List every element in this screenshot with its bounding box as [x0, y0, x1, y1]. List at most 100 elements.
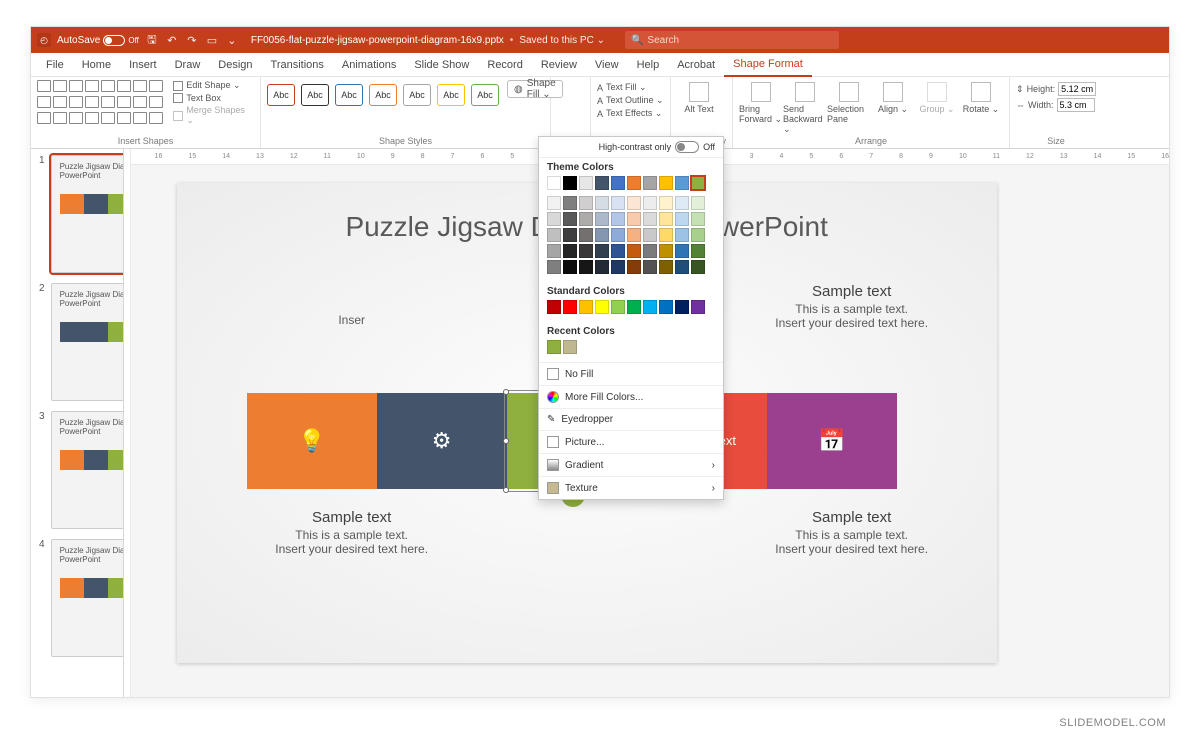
color-swatch[interactable] [579, 244, 593, 258]
color-swatch[interactable] [675, 244, 689, 258]
color-swatch[interactable] [547, 260, 561, 274]
picture-fill-item[interactable]: Picture... [539, 430, 723, 453]
slide-thumbnail[interactable]: Puzzle Jigsaw Diagram for PowerPoint [51, 539, 124, 657]
redo-icon[interactable]: ↷ [185, 33, 199, 47]
text-fill-button[interactable]: AText Fill ⌄ [597, 82, 664, 93]
tab-help[interactable]: Help [628, 53, 669, 77]
color-swatch[interactable] [579, 212, 593, 226]
tab-slideshow[interactable]: Slide Show [405, 53, 478, 77]
color-swatch[interactable] [659, 196, 673, 210]
no-fill-item[interactable]: No Fill [539, 362, 723, 385]
slide-thumbnail[interactable]: Puzzle Jigsaw Diagram for PowerPoint [51, 411, 124, 529]
color-swatch[interactable] [691, 176, 705, 190]
color-swatch[interactable] [547, 228, 561, 242]
color-swatch[interactable] [563, 340, 577, 354]
color-swatch[interactable] [675, 260, 689, 274]
color-swatch[interactable] [547, 340, 561, 354]
save-icon[interactable]: 🖫 [145, 33, 159, 47]
tab-acrobat[interactable]: Acrobat [668, 53, 724, 77]
color-swatch[interactable] [675, 212, 689, 226]
puzzle-piece-5[interactable]: 📅 [767, 393, 897, 489]
color-swatch[interactable] [675, 176, 689, 190]
color-swatch[interactable] [627, 228, 641, 242]
width-field[interactable]: ⇔Width: [1016, 98, 1096, 112]
tab-design[interactable]: Design [209, 53, 261, 77]
color-swatch[interactable] [579, 300, 593, 314]
color-swatch[interactable] [659, 176, 673, 190]
resize-handle[interactable] [503, 389, 509, 395]
tab-file[interactable]: File [37, 53, 73, 77]
color-swatch[interactable] [675, 228, 689, 242]
color-swatch[interactable] [627, 196, 641, 210]
tab-record[interactable]: Record [478, 53, 531, 77]
color-swatch[interactable] [659, 212, 673, 226]
color-swatch[interactable] [547, 300, 561, 314]
puzzle-piece-2[interactable]: ⚙ [377, 393, 507, 489]
color-swatch[interactable] [595, 228, 609, 242]
color-swatch[interactable] [659, 300, 673, 314]
high-contrast-toggle[interactable] [675, 141, 699, 153]
qat-dropdown-icon[interactable]: ⌄ [225, 33, 239, 47]
color-swatch[interactable] [659, 260, 673, 274]
undo-icon[interactable]: ↶ [165, 33, 179, 47]
color-swatch[interactable] [595, 300, 609, 314]
callout-top-right[interactable]: Sample text This is a sample text. Inser… [737, 283, 967, 330]
color-swatch[interactable] [595, 176, 609, 190]
eyedropper-item[interactable]: ✎Eyedropper [539, 408, 723, 430]
tab-animations[interactable]: Animations [333, 53, 405, 77]
puzzle-piece-1[interactable]: 💡 [247, 393, 377, 489]
color-swatch[interactable] [563, 244, 577, 258]
document-filename[interactable]: FF0056-flat-puzzle-jigsaw-powerpoint-dia… [251, 35, 504, 46]
callout-bottom-right[interactable]: Sample text This is a sample text. Inser… [737, 509, 967, 556]
color-swatch[interactable] [563, 260, 577, 274]
more-fill-colors-item[interactable]: More Fill Colors... [539, 385, 723, 408]
start-slideshow-icon[interactable]: ▭ [205, 33, 219, 47]
color-swatch[interactable] [643, 176, 657, 190]
color-swatch[interactable] [643, 228, 657, 242]
color-swatch[interactable] [659, 244, 673, 258]
color-swatch[interactable] [595, 244, 609, 258]
autosave-toggle[interactable]: AutoSave Off [57, 35, 139, 46]
resize-handle[interactable] [503, 438, 509, 444]
height-field[interactable]: ⇕Height: [1016, 82, 1096, 96]
text-effects-button[interactable]: AText Effects ⌄ [597, 108, 664, 119]
color-swatch[interactable] [579, 176, 593, 190]
color-swatch[interactable] [579, 196, 593, 210]
shape-style-gallery[interactable]: Abc Abc Abc Abc Abc Abc Abc [267, 80, 499, 106]
color-swatch[interactable] [643, 244, 657, 258]
color-swatch[interactable] [627, 244, 641, 258]
color-swatch[interactable] [691, 196, 705, 210]
color-swatch[interactable] [611, 212, 625, 226]
color-swatch[interactable] [643, 212, 657, 226]
color-swatch[interactable] [643, 300, 657, 314]
color-swatch[interactable] [611, 196, 625, 210]
slide-thumbnail[interactable]: Puzzle Jigsaw Diagram for PowerPoint [51, 155, 124, 273]
color-swatch[interactable] [691, 228, 705, 242]
edit-shape-button[interactable]: Edit Shape ⌄ [173, 80, 254, 91]
text-box-button[interactable]: Text Box [173, 93, 254, 103]
color-swatch[interactable] [659, 228, 673, 242]
color-swatch[interactable] [611, 244, 625, 258]
shapes-gallery[interactable] [37, 80, 165, 126]
color-swatch[interactable] [691, 300, 705, 314]
color-swatch[interactable] [643, 196, 657, 210]
color-swatch[interactable] [675, 196, 689, 210]
color-swatch[interactable] [643, 260, 657, 274]
search-input[interactable]: 🔍 Search [625, 31, 839, 49]
merge-shapes-button[interactable]: Merge Shapes ⌄ [173, 105, 254, 126]
selection-pane-button[interactable]: Selection Pane [827, 80, 871, 135]
color-swatch[interactable] [563, 196, 577, 210]
slide-thumbnail[interactable]: Puzzle Jigsaw Diagram for PowerPoint [51, 283, 124, 401]
color-swatch[interactable] [547, 196, 561, 210]
color-swatch[interactable] [611, 176, 625, 190]
color-swatch[interactable] [691, 260, 705, 274]
save-status[interactable]: Saved to this PC ⌄ [519, 35, 605, 46]
send-backward-button[interactable]: Send Backward ⌄ [783, 80, 827, 135]
bring-forward-button[interactable]: Bring Forward ⌄ [739, 80, 783, 135]
alt-text-button[interactable]: Alt Text [677, 80, 721, 114]
tab-review[interactable]: Review [532, 53, 586, 77]
callout-bottom-left[interactable]: Sample text This is a sample text. Inser… [237, 509, 467, 556]
gradient-fill-item[interactable]: Gradient› [539, 453, 723, 476]
color-swatch[interactable] [611, 260, 625, 274]
color-swatch[interactable] [563, 300, 577, 314]
